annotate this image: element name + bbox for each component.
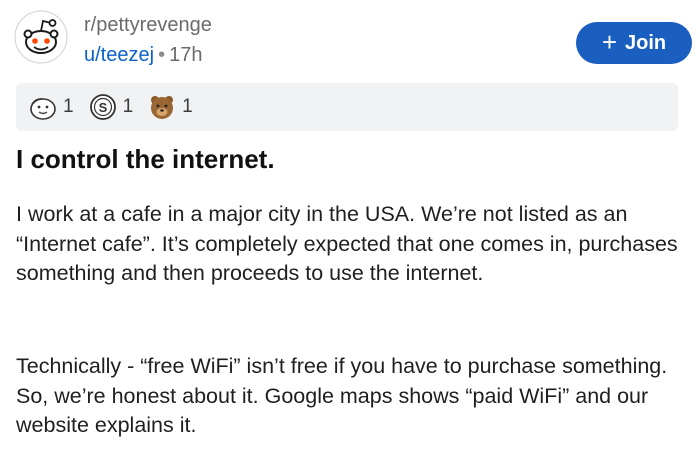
silver-award-icon: S (89, 94, 116, 120)
author-link[interactable]: u/teezej (84, 44, 154, 66)
post-age: 17h (169, 44, 203, 66)
wholesome-seal-award-icon (30, 98, 56, 120)
post-paragraph: I work at a cafe in a major city in the … (16, 202, 678, 285)
subreddit-name[interactable]: r/pettyrevenge (84, 14, 212, 37)
award-count: 1 (182, 96, 193, 117)
join-button[interactable]: + Join (576, 22, 692, 64)
award-wholesome[interactable]: 1 (28, 92, 74, 122)
svg-text:S: S (98, 100, 107, 115)
award-bear[interactable]: 1 (147, 92, 193, 122)
post-header: r/pettyrevenge u/teezej • 17h + Join (14, 8, 700, 72)
award-count: 1 (63, 96, 74, 117)
join-label: Join (625, 31, 667, 54)
snoo-icon (14, 10, 68, 64)
post-meta: u/teezej • 17h (84, 44, 202, 67)
bear-award-icon (151, 96, 174, 119)
subreddit-avatar[interactable] (14, 10, 68, 64)
meta-separator: • (158, 44, 166, 66)
award-count: 1 (122, 96, 134, 117)
post-paragraph: Technically - “free WiFi” isn’t free if … (16, 354, 668, 437)
plus-icon: + (601, 27, 618, 57)
award-silver[interactable]: S 1 (88, 92, 134, 122)
post-title[interactable]: I control the internet. (16, 144, 275, 175)
awards-bar[interactable]: 1 S 1 1 (16, 83, 678, 131)
